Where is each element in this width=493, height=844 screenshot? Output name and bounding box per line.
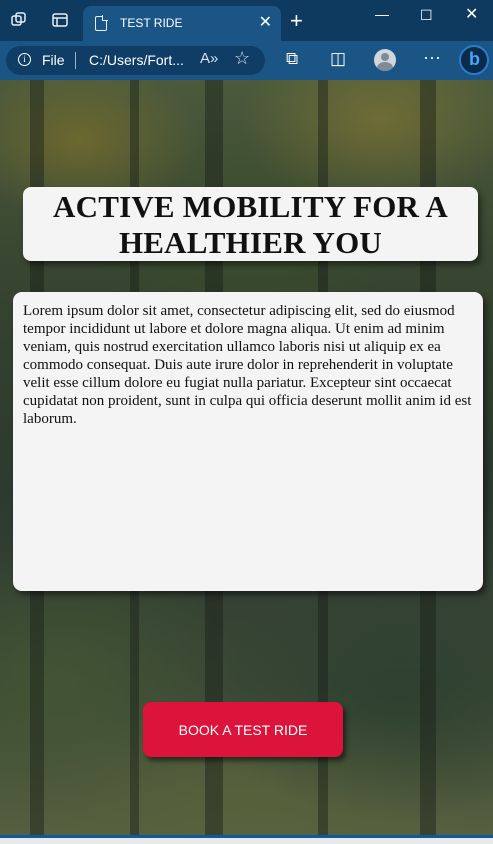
more-options-icon[interactable]: ··· (423, 47, 441, 68)
maximize-icon[interactable]: ☐ (420, 7, 433, 24)
read-aloud-icon[interactable]: A» (200, 50, 218, 67)
close-tab-icon[interactable]: ✕ (259, 13, 272, 33)
document-icon (95, 15, 108, 31)
address-scheme-label: File (42, 52, 65, 68)
body-paragraph: Lorem ipsum dolor sit amet, consectetur … (23, 303, 472, 427)
address-divider (75, 52, 76, 69)
tab-title: TEST RIDE (120, 16, 183, 30)
tab-test-ride[interactable]: TEST RIDE ✕ (83, 6, 281, 41)
favorite-star-icon[interactable]: ☆ (234, 48, 250, 69)
profile-avatar[interactable] (374, 49, 396, 71)
window-accent-border (0, 835, 493, 838)
page-title: ACTIVE MOBILITY FOR A HEALTHIER YOU (53, 189, 448, 260)
bing-copilot-icon[interactable]: b (459, 45, 489, 75)
tab-actions-icon[interactable] (51, 11, 69, 29)
split-screen-icon[interactable]: ◫ (330, 49, 346, 69)
browser-toolbar: i File C:/Users/Fort... A» ☆ ⧉ ◫ ··· b (0, 41, 493, 80)
book-test-ride-button[interactable]: BOOK A TEST RIDE (143, 702, 343, 757)
new-tab-icon[interactable]: + (290, 10, 303, 32)
content-card: Lorem ipsum dolor sit amet, consectetur … (13, 292, 483, 591)
workspaces-icon[interactable] (10, 11, 28, 29)
hero-heading-box: ACTIVE MOBILITY FOR A HEALTHIER YOU (23, 187, 478, 261)
close-window-icon[interactable]: ✕ (465, 4, 478, 24)
extensions-icon[interactable]: ⧉ (286, 49, 298, 69)
bottom-edge (0, 835, 493, 844)
address-url[interactable]: C:/Users/Fort... (89, 52, 184, 68)
page-viewport: ACTIVE MOBILITY FOR A HEALTHIER YOU Lore… (0, 80, 493, 835)
minimize-icon[interactable]: — (375, 6, 389, 22)
browser-titlebar: TEST RIDE ✕ + — ☐ ✕ (0, 0, 493, 41)
address-bar[interactable]: i File C:/Users/Fort... A» ☆ (6, 46, 265, 75)
info-icon[interactable]: i (18, 53, 31, 66)
